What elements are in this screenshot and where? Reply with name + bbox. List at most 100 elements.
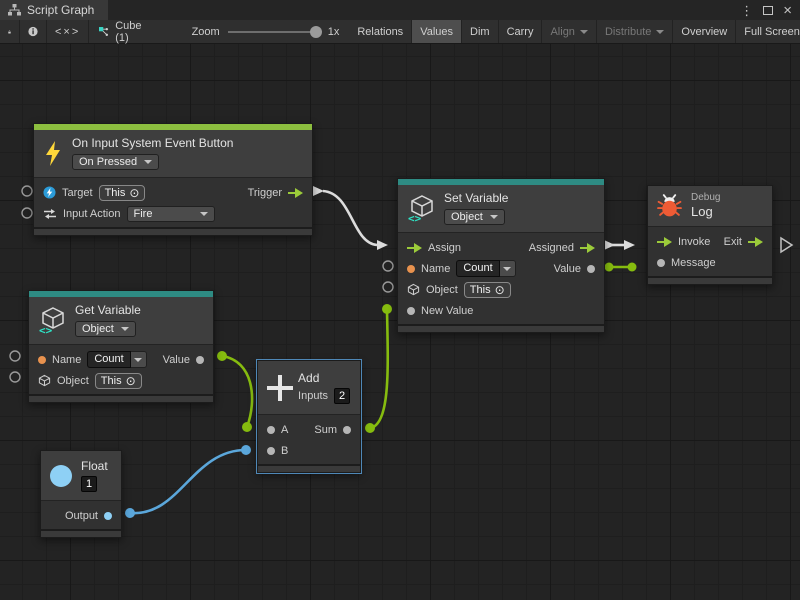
inputs-count-field[interactable]: 2: [334, 388, 350, 404]
svg-text:<>: <>: [408, 212, 422, 223]
plus-icon: [267, 375, 289, 401]
node-title: On Input System Event Button: [72, 136, 233, 150]
target-row: Target This ⊙ Trigger: [34, 182, 312, 203]
node-footer: [41, 529, 121, 537]
align-button[interactable]: Align: [542, 20, 596, 43]
trigger-exec-port[interactable]: [288, 188, 303, 198]
distribute-button[interactable]: Distribute: [597, 20, 673, 43]
object-this-chip[interactable]: This ⊙: [95, 373, 142, 389]
chevron-down-icon: [656, 30, 664, 34]
tab-label: Script Graph: [27, 3, 94, 17]
dim-button[interactable]: Dim: [462, 20, 499, 43]
exit-exec-port[interactable]: [748, 237, 763, 247]
window-menu-icon[interactable]: ⋮: [740, 4, 753, 17]
assign-row: Assign Assigned: [398, 237, 604, 258]
window-maximize-icon[interactable]: [763, 6, 773, 15]
cube-icon: [38, 374, 51, 387]
name-value-port[interactable]: [38, 356, 46, 364]
overview-button[interactable]: Overview: [673, 20, 736, 43]
name-combo[interactable]: Count: [456, 260, 515, 277]
breadcrumb-graph[interactable]: Cube (1): [89, 20, 155, 43]
lightning-icon: [43, 140, 63, 167]
chevron-down-icon: [121, 327, 129, 331]
name-combo[interactable]: Count: [87, 351, 146, 368]
tab-script-graph[interactable]: Script Graph: [0, 0, 108, 20]
zoom-value: 1x: [328, 26, 340, 38]
relations-button[interactable]: Relations: [349, 20, 412, 43]
assign-exec-port[interactable]: [407, 243, 422, 253]
output-port[interactable]: [104, 512, 112, 520]
trigger-port-label: Trigger: [248, 187, 282, 199]
name-value-port[interactable]: [407, 265, 415, 273]
full-screen-button[interactable]: Full Screen: [736, 20, 800, 43]
node-footer: [29, 394, 213, 402]
node-debug-log[interactable]: Debug Log Invoke Exit Message: [647, 185, 773, 285]
node-title: Add: [298, 371, 319, 385]
lock-icon: [8, 26, 11, 38]
carry-button[interactable]: Carry: [499, 20, 543, 43]
variable-kind-dropdown[interactable]: Object: [444, 209, 505, 225]
title-bar: Script Graph ⋮ ×: [0, 0, 800, 20]
b-row: B: [258, 440, 360, 461]
variable-cube-icon: <>: [407, 194, 435, 223]
name-row: Name Count Value: [29, 349, 213, 370]
lock-button[interactable]: [0, 20, 20, 43]
node-get-variable[interactable]: <> Get Variable Object Name Count: [28, 290, 214, 403]
inputs-label: Inputs: [298, 390, 328, 402]
invoke-exec-port[interactable]: [657, 237, 672, 247]
graph-canvas[interactable]: On Input System Event Button On Pressed …: [0, 44, 800, 600]
this-target-icon: ⊙: [129, 187, 139, 199]
node-footer: [258, 464, 360, 472]
node-float[interactable]: Float 1 Output: [40, 450, 122, 538]
info-button[interactable]: [20, 20, 47, 43]
assigned-exec-port[interactable]: [580, 243, 595, 253]
invoke-row: Invoke Exit: [648, 231, 772, 252]
values-button[interactable]: Values: [412, 20, 462, 43]
code-view-icon: <×>: [55, 26, 80, 38]
chevron-down-icon: [580, 30, 588, 34]
breadcrumb-label: Cube (1): [115, 20, 145, 44]
chevron-down-icon: [490, 215, 498, 219]
new-value-row: New Value: [398, 300, 604, 321]
chevron-down-icon: [503, 267, 511, 271]
node-title: Set Variable: [444, 191, 508, 205]
node-set-variable[interactable]: <> Set Variable Object Assign Assigned: [397, 178, 605, 333]
input-action-icon: [43, 208, 57, 220]
value-output-port[interactable]: [587, 265, 595, 273]
value-output-port[interactable]: [196, 356, 204, 364]
input-system-icon: [43, 186, 56, 199]
window-close-icon[interactable]: ×: [783, 3, 792, 18]
a-sum-row: A Sum: [258, 419, 360, 440]
new-value-port[interactable]: [407, 307, 415, 315]
name-row: Name Count Value: [398, 258, 604, 279]
variable-cube-icon: <>: [38, 306, 66, 335]
node-add[interactable]: Add Inputs 2 A Sum: [257, 360, 361, 473]
zoom-control: Zoom 1x: [156, 20, 350, 43]
b-input-port[interactable]: [267, 447, 275, 455]
message-input-port[interactable]: [657, 259, 665, 267]
node-title: Get Variable: [75, 303, 141, 317]
target-this-chip[interactable]: This ⊙: [99, 185, 146, 201]
node-footer: [398, 324, 604, 332]
graph-hierarchy-icon: [8, 4, 21, 16]
zoom-slider[interactable]: [228, 31, 320, 33]
a-input-port[interactable]: [267, 426, 275, 434]
zoom-slider-knob[interactable]: [310, 26, 322, 38]
node-footer: [648, 276, 772, 284]
node-title: Log: [691, 204, 713, 219]
object-this-chip[interactable]: This ⊙: [464, 282, 511, 298]
script-graph-window: Script Graph ⋮ × <×>: [0, 0, 800, 600]
sum-output-port[interactable]: [343, 426, 351, 434]
chevron-down-icon: [144, 160, 152, 164]
output-row: Output: [41, 505, 121, 526]
code-view-button[interactable]: <×>: [47, 20, 89, 43]
float-value-field[interactable]: 1: [81, 476, 97, 492]
float-circle-icon: [50, 465, 72, 487]
input-action-dropdown[interactable]: Fire: [127, 206, 215, 222]
this-target-icon: ⊙: [126, 375, 136, 387]
on-pressed-dropdown[interactable]: On Pressed: [72, 154, 159, 170]
chevron-down-icon: [134, 358, 142, 362]
node-on-input-system-event-button[interactable]: On Input System Event Button On Pressed …: [33, 123, 313, 236]
graph-toolbar: <×> Cube (1) Zoom 1x Relations Values Di…: [0, 20, 800, 44]
variable-kind-dropdown[interactable]: Object: [75, 321, 136, 337]
